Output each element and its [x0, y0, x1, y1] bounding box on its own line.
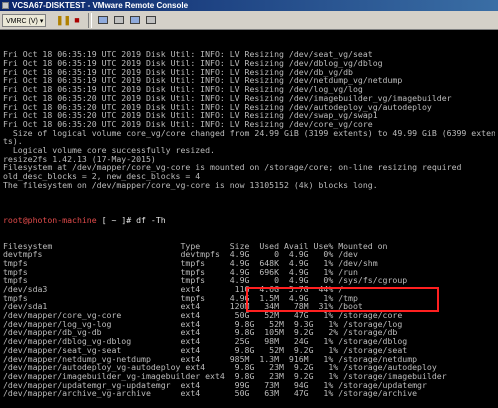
toolbar: VMRC (V) ▾ ❚❚ ■ [0, 11, 498, 30]
console-screen[interactable]: Fri Oct 18 06:35:19 UTC 2019 Disk Util: … [3, 33, 495, 405]
window-title-bar: VCSA67-DISKTEST - VMware Remote Console [0, 0, 498, 11]
df-output: Filesystem Type Size Used Avail Use% Mou… [3, 241, 495, 399]
fullscreen-icon[interactable] [112, 14, 126, 27]
power-icon[interactable]: ■ [70, 14, 84, 27]
vmrc-menu-button[interactable]: VMRC (V) ▾ [2, 14, 46, 27]
window-title: VCSA67-DISKTEST - VMware Remote Console [12, 1, 189, 10]
console-log: Fri Oct 18 06:35:19 UTC 2019 Disk Util: … [3, 50, 495, 198]
pause-icon[interactable]: ❚❚ [56, 14, 71, 27]
send-ctrl-alt-del-icon[interactable] [96, 14, 110, 27]
df-row: /dev/mapper/archive_vg-archive ext4 50G … [3, 388, 418, 399]
command-text: df -Th [136, 214, 166, 225]
prompt-path: [ ~ ]# [96, 214, 137, 225]
prompt-user: root@photon-machine [3, 214, 97, 225]
console-line: The filesystem on /dev/mapper/core_vg-co… [3, 179, 378, 190]
console-line: Size of logical volume core_vg/core chan… [3, 127, 495, 138]
vmrc-menu-label: VMRC (V) ▾ [6, 18, 44, 25]
unity-icon[interactable] [128, 14, 142, 27]
highlight-box [246, 287, 439, 312]
toolbar-separator [91, 13, 92, 28]
removable-devices-icon[interactable] [144, 14, 158, 27]
app-icon [2, 2, 9, 9]
prompt-line: root@photon-machine [ ~ ]# df -Th [3, 214, 495, 225]
toolbar-separator [88, 13, 89, 28]
